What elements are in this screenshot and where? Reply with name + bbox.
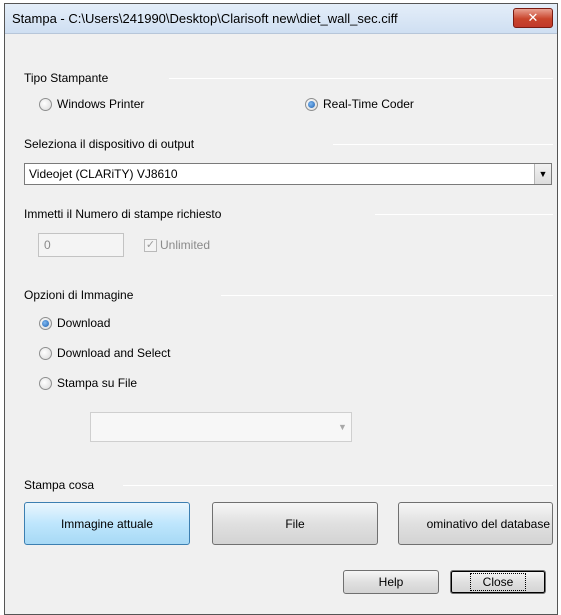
close-icon: ✕ bbox=[527, 10, 539, 25]
file-select[interactable]: ▼ bbox=[90, 412, 352, 442]
window-title: Stampa - C:\Users\241990\Desktop\Clariso… bbox=[12, 11, 398, 26]
file-button[interactable]: File bbox=[212, 502, 378, 545]
radio-label: Windows Printer bbox=[57, 97, 145, 111]
separator bbox=[375, 214, 553, 215]
output-device-label: Seleziona il dispositivo di output bbox=[24, 137, 195, 151]
print-dialog: Stampa - C:\Users\241990\Desktop\Clariso… bbox=[4, 3, 558, 615]
print-count-input[interactable]: 0 bbox=[38, 233, 124, 257]
database-name-button[interactable]: ominativo del database bbox=[398, 502, 553, 545]
separator bbox=[221, 295, 553, 296]
checkbox-label: Unlimited bbox=[160, 238, 211, 252]
chevron-down-icon[interactable]: ▼ bbox=[534, 164, 551, 184]
output-device-select[interactable]: Videojet (CLARiTY) VJ8610 ▼ bbox=[24, 163, 552, 185]
radio-label: Stampa su File bbox=[57, 376, 138, 390]
separator bbox=[169, 78, 553, 79]
radio-real-time-coder[interactable]: Real-Time Coder bbox=[305, 97, 414, 111]
radio-indicator bbox=[39, 346, 52, 360]
separator bbox=[333, 144, 553, 145]
separator bbox=[123, 485, 553, 486]
radio-windows-printer[interactable]: Windows Printer bbox=[39, 97, 144, 111]
print-what-label: Stampa cosa bbox=[24, 478, 95, 492]
radio-indicator bbox=[305, 97, 318, 111]
radio-download[interactable]: Download bbox=[39, 316, 110, 330]
radio-label: Download and Select bbox=[57, 346, 171, 360]
radio-stampa-su-file[interactable]: Stampa su File bbox=[39, 376, 137, 390]
image-options-label: Opzioni di Immagine bbox=[24, 288, 134, 302]
output-device-value: Videojet (CLARiTY) VJ8610 bbox=[29, 167, 178, 181]
unlimited-checkbox[interactable]: ✓ Unlimited bbox=[144, 238, 210, 252]
radio-label: Download bbox=[57, 316, 111, 330]
radio-indicator bbox=[39, 316, 52, 330]
radio-label: Real-Time Coder bbox=[323, 97, 414, 111]
print-count-label: Immetti il Numero di stampe richiesto bbox=[24, 207, 222, 221]
radio-indicator bbox=[39, 376, 52, 390]
close-window-button[interactable]: ✕ bbox=[513, 8, 553, 28]
close-button-label: Close bbox=[469, 573, 527, 591]
radio-indicator bbox=[39, 97, 52, 111]
chevron-down-icon: ▼ bbox=[338, 422, 347, 432]
printer-type-label: Tipo Stampante bbox=[24, 71, 109, 85]
current-image-button[interactable]: Immagine attuale bbox=[24, 502, 190, 545]
title-bar[interactable]: Stampa - C:\Users\241990\Desktop\Clariso… bbox=[5, 4, 557, 34]
close-button[interactable]: Close bbox=[450, 570, 546, 594]
help-button[interactable]: Help bbox=[343, 570, 439, 594]
check-icon: ✓ bbox=[144, 238, 157, 252]
dialog-body: Tipo Stampante Windows Printer Real-Time… bbox=[5, 35, 557, 614]
radio-download-and-select[interactable]: Download and Select bbox=[39, 346, 170, 360]
